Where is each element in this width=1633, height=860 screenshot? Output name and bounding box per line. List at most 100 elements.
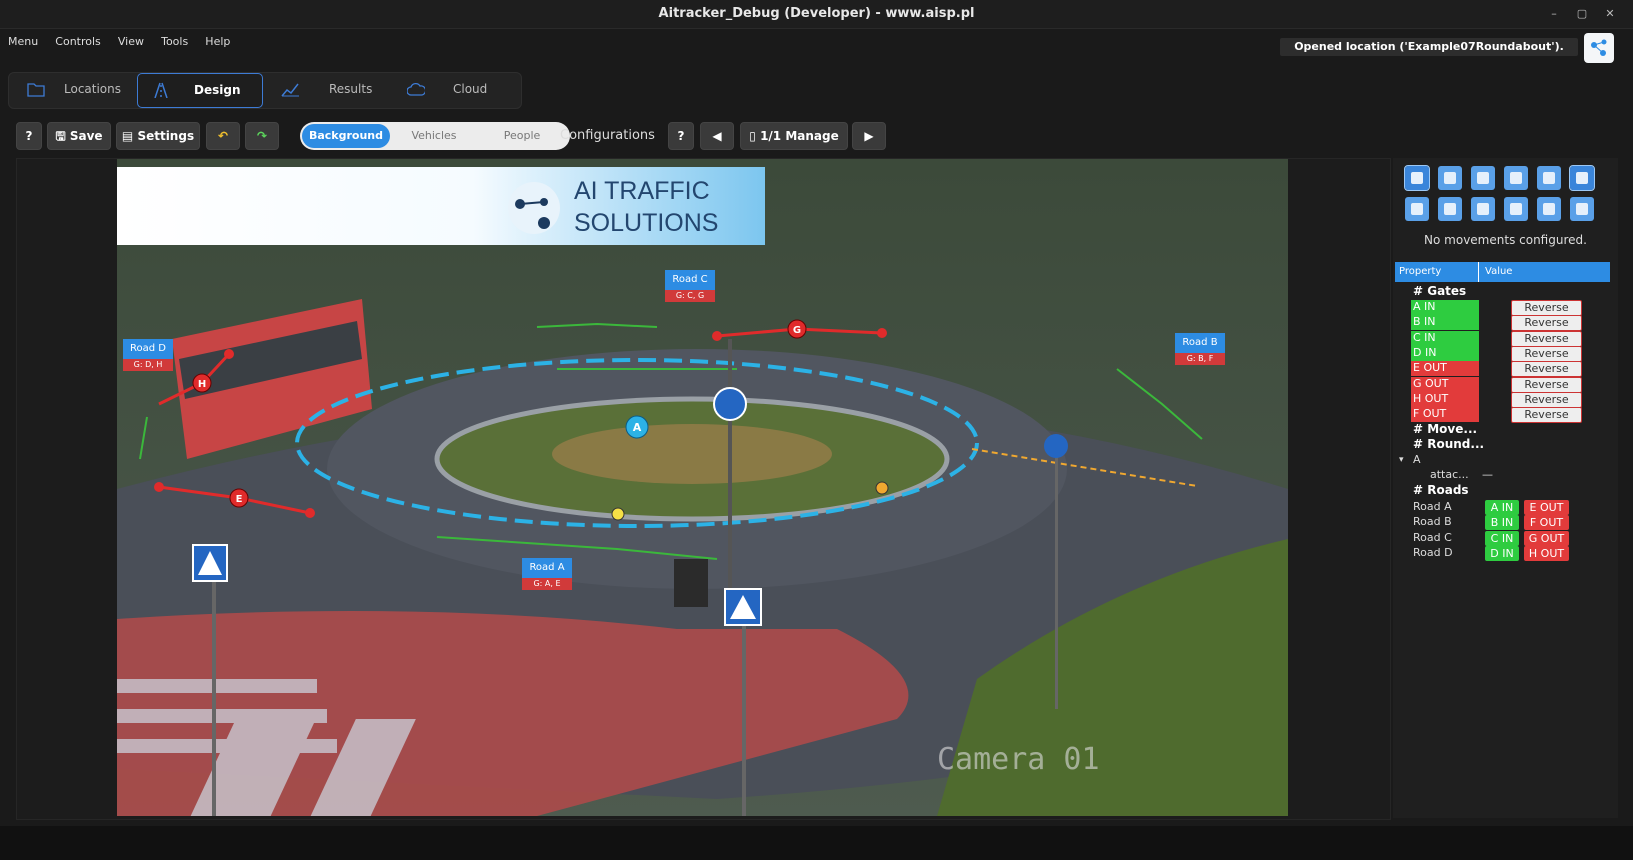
roads-section-title: # Roads <box>1413 483 1469 497</box>
gate-name-4[interactable]: E OUT <box>1411 361 1479 377</box>
segment-background[interactable]: Background <box>302 124 390 148</box>
road-out-chip[interactable]: G OUT <box>1524 530 1569 546</box>
close-icon[interactable]: ✕ <box>1602 6 1618 22</box>
logo-banner: AI TRAFFIC SOLUTIONS <box>117 167 765 245</box>
help-button[interactable]: ? <box>16 122 42 150</box>
property-column-header: Property <box>1399 266 1442 277</box>
comment-icon <box>1510 203 1522 215</box>
add-road-tool-button[interactable] <box>1471 166 1495 190</box>
road-in-chip[interactable]: D IN <box>1485 545 1519 561</box>
paint-tool-button[interactable] <box>1471 197 1495 221</box>
tab-locations[interactable]: Locations <box>13 73 133 106</box>
settings-button[interactable]: ▤ Settings <box>116 122 200 150</box>
movements-section-title: # Move... <box>1413 422 1478 436</box>
road-label-b[interactable]: Road B G: B, F <box>1175 333 1225 365</box>
add-gate-tool-button[interactable] <box>1438 166 1462 190</box>
menu-controls[interactable]: Controls <box>55 31 101 53</box>
gate-name-6[interactable]: H OUT <box>1411 391 1479 407</box>
camera-scene: AI TRAFFIC SOLUTIONS G E H A Camera 01 <box>117 159 1288 816</box>
road-add-icon <box>1477 172 1489 184</box>
reverse-button[interactable]: Reverse <box>1511 361 1582 378</box>
point-icon <box>1543 172 1555 184</box>
title-bar: Aitracker_Debug (Developer) - www.aisp.p… <box>0 0 1633 29</box>
magic-tool-button[interactable] <box>1438 197 1462 221</box>
gate-name-2[interactable]: C IN <box>1411 330 1479 346</box>
reverse-button[interactable]: Reverse <box>1511 330 1582 347</box>
gate-name-1[interactable]: B IN <box>1411 315 1479 331</box>
road-out-chip[interactable]: F OUT <box>1524 515 1569 531</box>
roundabouts-section-title: # Round... <box>1413 437 1485 451</box>
menu-tools[interactable]: Tools <box>161 31 188 53</box>
minimize-icon[interactable]: – <box>1546 6 1562 22</box>
gate-name-3[interactable]: D IN <box>1411 345 1479 361</box>
landscape-icon <box>1543 203 1555 215</box>
select-tool-button[interactable] <box>1404 165 1430 191</box>
network-icon <box>1591 39 1607 56</box>
reverse-button[interactable]: Reverse <box>1511 300 1582 316</box>
draw-curve-tool-button[interactable] <box>1569 165 1595 191</box>
road-out-chip[interactable]: E OUT <box>1524 500 1569 515</box>
road-label-c[interactable]: Road C G: C, G <box>665 270 715 302</box>
previous-config-button[interactable]: ◀ <box>700 122 734 150</box>
tab-cloud[interactable]: Cloud <box>393 73 513 106</box>
road-label-d[interactable]: Road D G: D, H <box>123 339 173 371</box>
maximize-icon[interactable]: ▢ <box>1574 6 1590 22</box>
arrow-left-icon: ◀ <box>712 129 722 143</box>
manage-configurations-button[interactable]: ▯ 1/1 Manage <box>740 122 848 150</box>
folder-icon <box>27 83 45 97</box>
road-label-a[interactable]: Road A G: A, E <box>522 558 572 590</box>
menu-menu[interactable]: Menu <box>8 31 38 53</box>
road-name-1: Road B <box>1413 515 1452 529</box>
segment-people[interactable]: People <box>478 124 566 148</box>
gate-name-0[interactable]: A IN <box>1411 300 1479 315</box>
camera-label: Camera 01 <box>937 742 1100 777</box>
attach-property-value: — <box>1482 468 1493 481</box>
trash-icon <box>1576 203 1588 215</box>
road-out-chip[interactable]: H OUT <box>1524 545 1569 561</box>
gate-marker-g: G <box>793 325 801 336</box>
gate-name-5[interactable]: G OUT <box>1411 376 1479 392</box>
road-name-0: Road A <box>1413 500 1452 513</box>
reverse-button[interactable]: Reverse <box>1511 376 1582 393</box>
value-column-header: Value <box>1485 266 1513 277</box>
reverse-button[interactable]: Reverse <box>1511 345 1582 362</box>
menu-view[interactable]: View <box>118 31 144 53</box>
tab-design[interactable]: Design <box>137 73 263 108</box>
save-button[interactable]: 🖫 Save <box>47 122 111 150</box>
status-message: Opened location ('Example07Roundabout'). <box>1280 38 1578 56</box>
chat-tool-button[interactable] <box>1504 197 1528 221</box>
configurations-help-button[interactable]: ? <box>668 122 694 150</box>
add-point-tool-button[interactable] <box>1537 166 1561 190</box>
copy-icon <box>1411 203 1423 215</box>
landscape-tool-button[interactable] <box>1537 197 1561 221</box>
road-in-chip[interactable]: B IN <box>1485 515 1519 531</box>
no-movements-text: No movements configured. <box>1424 233 1587 247</box>
collapse-arrow-icon[interactable]: ▾ <box>1399 453 1404 467</box>
next-config-button[interactable]: ▶ <box>852 122 886 150</box>
copy-tool-button[interactable] <box>1405 197 1429 221</box>
segment-vehicles[interactable]: Vehicles <box>390 124 478 148</box>
gate-name-7[interactable]: F OUT <box>1411 407 1479 423</box>
road-in-chip[interactable]: A IN <box>1485 500 1519 515</box>
road-in-chip[interactable]: C IN <box>1485 530 1519 546</box>
camera-viewport[interactable]: AI TRAFFIC SOLUTIONS G E H A Camera 01 R… <box>117 159 1288 816</box>
roundabout-marker-a: A <box>633 421 642 434</box>
road-name-3: Road D <box>1413 545 1453 559</box>
main-tabs: Locations Design Results Cloud <box>8 72 522 109</box>
tab-results[interactable]: Results <box>267 73 387 106</box>
roundabout-item-a[interactable]: A <box>1413 453 1421 467</box>
save-icon: 🖫 <box>55 129 66 143</box>
redo-button[interactable]: ↷ <box>245 122 279 150</box>
arrow-right-icon: ▶ <box>864 129 874 143</box>
delete-tool-button[interactable] <box>1570 197 1594 221</box>
header-divider <box>1478 262 1479 282</box>
reverse-button[interactable]: Reverse <box>1511 315 1582 332</box>
undo-button[interactable]: ↶ <box>206 122 240 150</box>
gate-marker-e: E <box>236 494 243 505</box>
redo-icon: ↷ <box>256 129 268 143</box>
reverse-button[interactable]: Reverse <box>1511 391 1582 408</box>
add-area-tool-button[interactable] <box>1504 166 1528 190</box>
reverse-button[interactable]: Reverse <box>1511 407 1582 424</box>
share-button[interactable] <box>1584 33 1614 63</box>
menu-help[interactable]: Help <box>205 31 230 53</box>
